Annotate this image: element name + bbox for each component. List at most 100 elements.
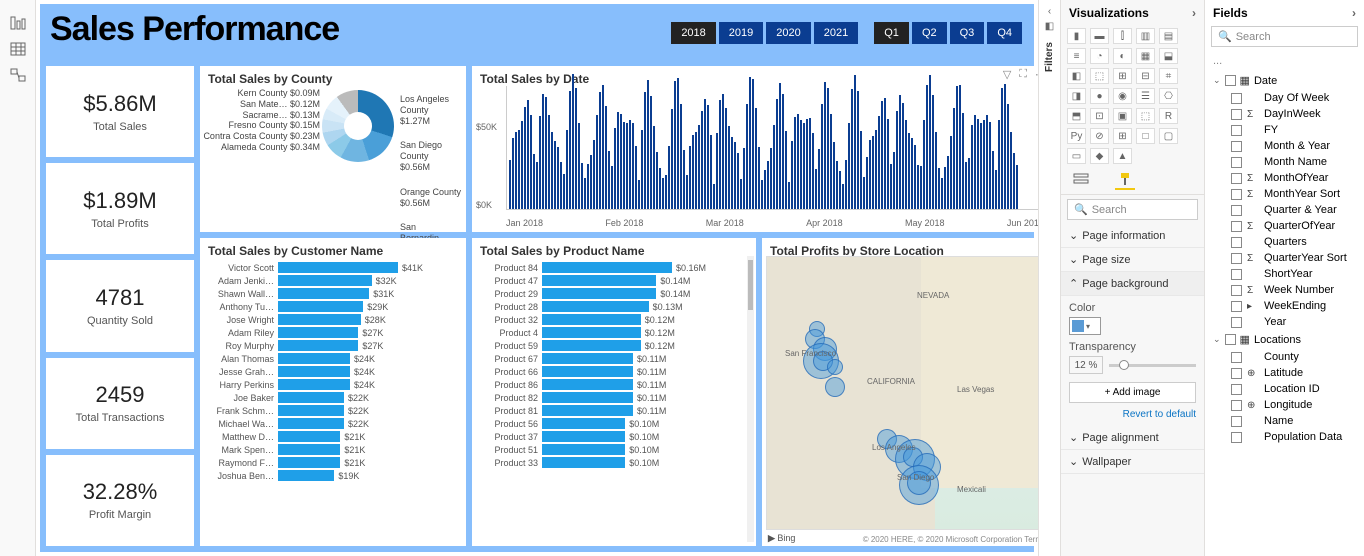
- field-name[interactable]: Name: [1209, 413, 1364, 429]
- add-image-button[interactable]: + Add image: [1069, 382, 1196, 403]
- field-monthyear-sort[interactable]: ΣMonthYear Sort: [1209, 186, 1364, 202]
- viz-type-icon[interactable]: ◆: [1090, 148, 1109, 164]
- report-canvas[interactable]: Sales Performance 2018201920202021 Q1Q2Q…: [36, 0, 1038, 556]
- viz-type-icon[interactable]: ▢: [1159, 128, 1178, 144]
- kpi-card[interactable]: 2459Total Transactions: [46, 358, 194, 449]
- viz-type-icon[interactable]: ⎔: [1159, 88, 1178, 104]
- viz-type-icon[interactable]: ⫿: [1113, 28, 1132, 44]
- bookmark-icon[interactable]: ◧: [1045, 21, 1054, 32]
- filter-icon[interactable]: ▽: [1003, 68, 1011, 81]
- fields-search[interactable]: 🔍Search: [1211, 26, 1358, 47]
- section-page-alignment[interactable]: ⌄Page alignment: [1061, 426, 1204, 450]
- field-county[interactable]: County: [1209, 349, 1364, 365]
- viz-type-icon[interactable]: ⊞: [1113, 68, 1132, 84]
- quarter-slicer-Q3[interactable]: Q3: [950, 22, 985, 44]
- viz-type-icon[interactable]: ⊡: [1090, 108, 1109, 124]
- table-date[interactable]: ⌄▦Date: [1209, 71, 1364, 90]
- sales-by-date-chart[interactable]: Total Sales by Date ▽ ⛶ ⋯ $50K $0K Jan 2…: [472, 66, 1038, 232]
- transparency-slider[interactable]: [1109, 364, 1196, 367]
- viz-type-icon[interactable]: ◉: [1113, 88, 1132, 104]
- focus-icon[interactable]: ⛶: [1019, 68, 1027, 81]
- field-latitude[interactable]: ⊕Latitude: [1209, 365, 1364, 381]
- quarter-slicer-Q1[interactable]: Q1: [874, 22, 909, 44]
- color-picker[interactable]: ▾: [1069, 317, 1101, 335]
- year-slicer-2020[interactable]: 2020: [766, 22, 810, 44]
- profits-by-location-map[interactable]: Total Profits by Store Location NEVADASa…: [762, 238, 1038, 546]
- section-wallpaper[interactable]: ⌄Wallpaper: [1061, 450, 1204, 474]
- report-view-icon[interactable]: [9, 16, 27, 30]
- field-month-&-year[interactable]: Month & Year: [1209, 138, 1364, 154]
- viz-type-icon[interactable]: ⬚: [1090, 68, 1109, 84]
- field-location-id[interactable]: Location ID: [1209, 381, 1364, 397]
- viz-type-icon[interactable]: ▲: [1113, 148, 1132, 164]
- expand-filters-icon[interactable]: ‹: [1048, 6, 1051, 17]
- quarter-slicer-Q2[interactable]: Q2: [912, 22, 947, 44]
- kpi-card[interactable]: 4781Quantity Sold: [46, 260, 194, 351]
- field-quarters[interactable]: Quarters: [1209, 234, 1364, 250]
- viz-type-icon[interactable]: ▥: [1136, 28, 1155, 44]
- year-slicer-2019[interactable]: 2019: [719, 22, 763, 44]
- fields-tab-icon[interactable]: [1071, 170, 1091, 190]
- kpi-card[interactable]: 32.28%Profit Margin: [46, 455, 194, 546]
- section-page-size[interactable]: ⌄Page size: [1061, 248, 1204, 272]
- field-quarter-&-year[interactable]: Quarter & Year: [1209, 202, 1364, 218]
- sales-by-county-donut[interactable]: Total Sales by County Kern County $0.09M…: [200, 66, 466, 232]
- sales-by-product-bars[interactable]: Total Sales by Product Name Product 84$0…: [472, 238, 756, 546]
- viz-type-icon[interactable]: ⌗: [1159, 68, 1178, 84]
- viz-type-icon[interactable]: ▬: [1090, 28, 1109, 44]
- format-search[interactable]: 🔍Search: [1067, 199, 1198, 220]
- field-week-number[interactable]: ΣWeek Number: [1209, 282, 1364, 298]
- field-monthofyear[interactable]: ΣMonthOfYear: [1209, 170, 1364, 186]
- field-year[interactable]: Year: [1209, 314, 1364, 330]
- more-icon[interactable]: ⋯: [1035, 68, 1038, 81]
- sales-by-customer-bars[interactable]: Total Sales by Customer Name Victor Scot…: [200, 238, 466, 546]
- format-tab-icon[interactable]: [1115, 170, 1135, 190]
- viz-type-icon[interactable]: ◐: [1113, 48, 1132, 64]
- field-weekending[interactable]: ▸WeekEnding: [1209, 298, 1364, 314]
- viz-type-icon[interactable]: ≡: [1067, 48, 1086, 64]
- revert-default-link[interactable]: Revert to default: [1069, 409, 1196, 420]
- viz-type-icon[interactable]: ◔: [1090, 48, 1109, 64]
- field-shortyear[interactable]: ShortYear: [1209, 266, 1364, 282]
- viz-type-icon[interactable]: ⬒: [1067, 108, 1086, 124]
- field-dayinweek[interactable]: ΣDayInWeek: [1209, 106, 1364, 122]
- viz-type-icon[interactable]: ☰: [1136, 88, 1155, 104]
- field-quarteryear-sort[interactable]: ΣQuarterYear Sort: [1209, 250, 1364, 266]
- viz-type-icon[interactable]: ◨: [1067, 88, 1086, 104]
- viz-type-icon[interactable]: R: [1159, 108, 1178, 124]
- field-day-of-week[interactable]: Day Of Week: [1209, 90, 1364, 106]
- kpi-card[interactable]: $5.86MTotal Sales: [46, 66, 194, 157]
- viz-type-icon[interactable]: ⊟: [1136, 68, 1155, 84]
- section-page-information[interactable]: ⌄Page information: [1061, 224, 1204, 248]
- model-view-icon[interactable]: [9, 68, 27, 82]
- viz-type-icon[interactable]: ⬚: [1136, 108, 1155, 124]
- transparency-value[interactable]: 12 %: [1069, 356, 1103, 374]
- table-locations[interactable]: ⌄▦Locations: [1209, 330, 1364, 349]
- kpi-card[interactable]: $1.89MTotal Profits: [46, 163, 194, 254]
- field-fy[interactable]: FY: [1209, 122, 1364, 138]
- section-page-background[interactable]: ⌃Page background: [1061, 272, 1204, 296]
- field-month-name[interactable]: Month Name: [1209, 154, 1364, 170]
- collapse-icon[interactable]: ›: [1192, 6, 1196, 20]
- viz-type-icon[interactable]: ⊞: [1113, 128, 1132, 144]
- scrollbar[interactable]: [747, 256, 754, 542]
- field-longitude[interactable]: ⊕Longitude: [1209, 397, 1364, 413]
- filters-pane-collapsed[interactable]: ‹ ◧ Filters: [1038, 0, 1060, 556]
- field-population-data[interactable]: Population Data: [1209, 429, 1364, 445]
- viz-type-icon[interactable]: Py: [1067, 128, 1086, 144]
- viz-type-icon[interactable]: ●: [1090, 88, 1109, 104]
- viz-type-icon[interactable]: ▮: [1067, 28, 1086, 44]
- data-view-icon[interactable]: [9, 42, 27, 56]
- year-slicer-2021[interactable]: 2021: [814, 22, 858, 44]
- viz-type-icon[interactable]: ▭: [1067, 148, 1086, 164]
- viz-type-icon[interactable]: □: [1136, 128, 1155, 144]
- viz-type-icon[interactable]: ◧: [1067, 68, 1086, 84]
- viz-type-icon[interactable]: ⬓: [1159, 48, 1178, 64]
- quarter-slicer-Q4[interactable]: Q4: [987, 22, 1022, 44]
- viz-type-icon[interactable]: ▤: [1159, 28, 1178, 44]
- viz-type-icon[interactable]: ▦: [1136, 48, 1155, 64]
- field-quarterofyear[interactable]: ΣQuarterOfYear: [1209, 218, 1364, 234]
- viz-type-icon[interactable]: ▣: [1113, 108, 1132, 124]
- year-slicer-2018[interactable]: 2018: [671, 22, 715, 44]
- viz-type-icon[interactable]: ⊘: [1090, 128, 1109, 144]
